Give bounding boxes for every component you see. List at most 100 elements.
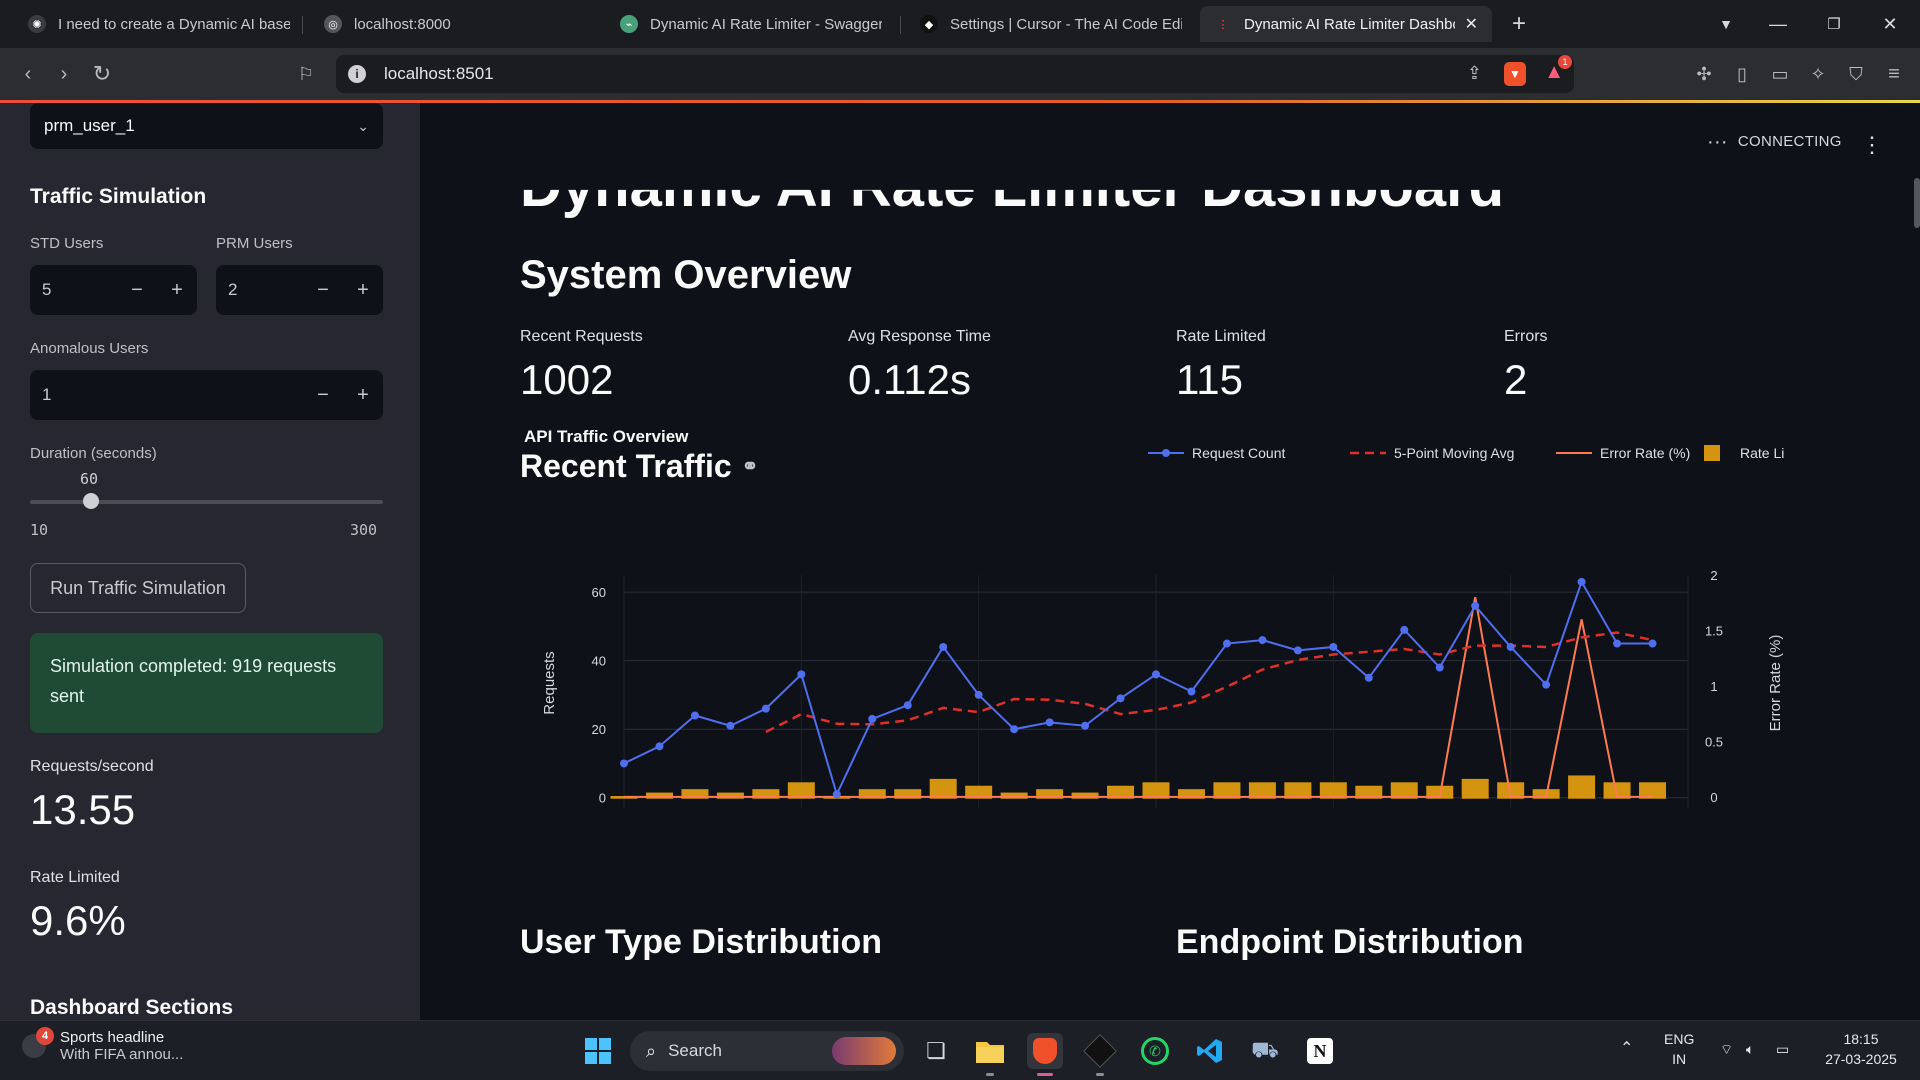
task-view-icon[interactable]: ❏ xyxy=(918,1033,954,1069)
leo-ai-icon[interactable]: ✧ xyxy=(1804,60,1832,88)
dashboard-sections-heading: Dashboard Sections xyxy=(30,996,234,1019)
prm-users-value[interactable]: 2 xyxy=(216,280,237,300)
request-count-point xyxy=(1471,601,1480,610)
increment-button[interactable]: + xyxy=(164,277,190,303)
tab-dashboard[interactable]: ⋮ Dynamic AI Rate Limiter Dashboard ✕ xyxy=(1200,6,1492,42)
app-icon[interactable]: ⛟ xyxy=(1247,1033,1283,1069)
duration-min-label: 10 xyxy=(30,521,49,539)
std-users-value[interactable]: 5 xyxy=(30,280,51,300)
search-highlight-image xyxy=(832,1037,896,1065)
request-count-point xyxy=(761,704,770,713)
open-app-indicator xyxy=(986,1073,994,1076)
extensions-icon[interactable]: ✣ xyxy=(1690,60,1718,88)
metric-value: 115 xyxy=(1176,356,1243,403)
language-indicator[interactable]: ENG IN xyxy=(1664,1029,1694,1069)
windows-start-icon[interactable] xyxy=(580,1033,616,1069)
new-tab-button[interactable]: + xyxy=(1505,10,1533,38)
bookmark-icon[interactable]: ⚐ xyxy=(292,60,320,88)
news-badge: 4 xyxy=(36,1027,54,1045)
back-button[interactable]: ‹ xyxy=(14,60,42,88)
main-menu-icon[interactable]: ⋮ xyxy=(1861,131,1883,159)
simulation-success-alert: Simulation completed: 919 requests sent xyxy=(30,633,383,733)
user-select[interactable]: prm_user_1 ⌄ xyxy=(30,103,383,149)
request-count-point xyxy=(797,670,806,679)
url-text[interactable]: localhost:8501 xyxy=(384,64,494,84)
search-label: Search xyxy=(668,1041,722,1060)
request-count-point xyxy=(1152,670,1160,679)
whatsapp-icon[interactable]: ✆ xyxy=(1137,1033,1173,1069)
connection-status-text: CONNECTING xyxy=(1737,133,1842,150)
main-content: ··· CONNECTING ⋮ Dynamic AI Rate Limiter… xyxy=(420,103,1920,1020)
menu-icon[interactable]: ≡ xyxy=(1880,60,1908,88)
chevron-down-icon[interactable]: ▼ xyxy=(1712,10,1740,38)
y-tick-label: 40 xyxy=(592,654,606,669)
vscode-icon[interactable] xyxy=(1192,1033,1228,1069)
windows-taskbar: 4 Sports headline With FIFA annou... ⌕ S… xyxy=(0,1020,1920,1080)
main-scrollbar[interactable] xyxy=(1914,103,1920,1020)
std-users-stepper[interactable]: 5 − + xyxy=(30,265,197,315)
wifi-icon[interactable]: ⌔ xyxy=(1720,1039,1733,1059)
brave-logo xyxy=(1033,1038,1057,1064)
vpn-icon[interactable]: ⛉ xyxy=(1842,60,1870,88)
anomalous-users-value[interactable]: 1 xyxy=(30,385,51,405)
cursor-icon: ◆ xyxy=(920,15,938,33)
anomalous-users-stepper[interactable]: 1 − + xyxy=(30,370,383,420)
sidebar-toggle-icon[interactable]: ▯ xyxy=(1728,60,1756,88)
decrement-button[interactable]: − xyxy=(310,277,336,303)
request-count-point xyxy=(1045,718,1054,727)
share-icon[interactable]: ⇪ xyxy=(1467,63,1482,84)
increment-button[interactable]: + xyxy=(350,277,376,303)
news-widget[interactable]: 4 Sports headline With FIFA annou... xyxy=(22,1027,183,1063)
clock[interactable]: 18:15 27-03-2025 xyxy=(1818,1029,1904,1069)
metric-value: 2 xyxy=(1504,356,1528,403)
forward-button[interactable]: › xyxy=(50,60,78,88)
cursor-app-icon[interactable] xyxy=(1082,1033,1118,1069)
tab-swagger[interactable]: ⌁ Dynamic AI Rate Limiter - Swagger UI xyxy=(606,6,896,42)
scrollbar-thumb[interactable] xyxy=(1914,178,1920,228)
minimize-button[interactable]: — xyxy=(1764,10,1792,38)
address-bar[interactable]: i localhost:8501 ⇪ ▼ ▲ 1 xyxy=(336,55,1574,93)
legend-marker-request-count xyxy=(1162,449,1170,457)
restore-button[interactable]: ❐ xyxy=(1820,10,1848,38)
duration-slider-thumb[interactable] xyxy=(83,493,99,509)
wallet-icon[interactable]: ▭ xyxy=(1766,60,1794,88)
notion-icon[interactable]: N xyxy=(1302,1033,1338,1069)
api-traffic-chart[interactable]: API Traffic Overview020406000.511.5217:4… xyxy=(524,413,1784,813)
legend-swatch-rate-limited xyxy=(1704,445,1720,461)
legend-label: Error Rate (%) xyxy=(1600,445,1690,461)
brave-shields-icon[interactable]: ▼ xyxy=(1504,62,1526,86)
request-count-point xyxy=(974,690,983,699)
site-info-icon[interactable]: i xyxy=(348,65,366,83)
tab-title: I need to create a Dynamic AI based xyxy=(58,15,290,33)
increment-button[interactable]: + xyxy=(350,382,376,408)
tab-title: Dynamic AI Rate Limiter Dashboard xyxy=(1244,15,1455,33)
battery-icon[interactable]: ▭ xyxy=(1776,1039,1789,1059)
search-icon: ⌕ xyxy=(646,1040,657,1061)
request-count-point xyxy=(1542,680,1551,689)
reload-button[interactable]: ↻ xyxy=(88,60,116,88)
open-app-indicator xyxy=(1096,1073,1104,1076)
run-traffic-simulation-button[interactable]: Run Traffic Simulation xyxy=(30,563,246,613)
request-count-point xyxy=(1613,639,1622,648)
tab-localhost-8000[interactable]: ◎ localhost:8000 xyxy=(310,6,600,42)
file-explorer-icon[interactable] xyxy=(972,1033,1008,1069)
volume-icon[interactable]: 🔈︎ xyxy=(1746,1039,1754,1059)
tab-title: localhost:8000 xyxy=(354,15,451,33)
prm-users-stepper[interactable]: 2 − + xyxy=(216,265,383,315)
tab-title: Dynamic AI Rate Limiter - Swagger UI xyxy=(650,15,882,33)
tab-chat[interactable]: ✺ I need to create a Dynamic AI based xyxy=(14,6,304,42)
close-icon[interactable]: ✕ xyxy=(1455,14,1478,34)
rate-limited-label: Rate Limited xyxy=(30,869,120,886)
brave-browser-icon[interactable] xyxy=(1027,1033,1063,1069)
clock-time: 18:15 xyxy=(1843,1031,1879,1047)
window-close-button[interactable]: ✕ xyxy=(1876,10,1904,38)
decrement-button[interactable]: − xyxy=(310,382,336,408)
y2-tick-label: 0.5 xyxy=(1705,734,1723,749)
page-title: Dynamic AI Rate Limiter Dashboard xyxy=(520,154,1505,219)
std-users-label: STD Users xyxy=(30,235,104,252)
tray-overflow-icon[interactable]: ⌃ xyxy=(1620,1039,1633,1059)
decrement-button[interactable]: − xyxy=(124,277,150,303)
requests-per-second-label: Requests/second xyxy=(30,758,154,775)
tab-cursor-settings[interactable]: ◆ Settings | Cursor - The AI Code Editor xyxy=(906,6,1196,42)
taskbar-search[interactable]: ⌕ Search xyxy=(630,1031,904,1071)
